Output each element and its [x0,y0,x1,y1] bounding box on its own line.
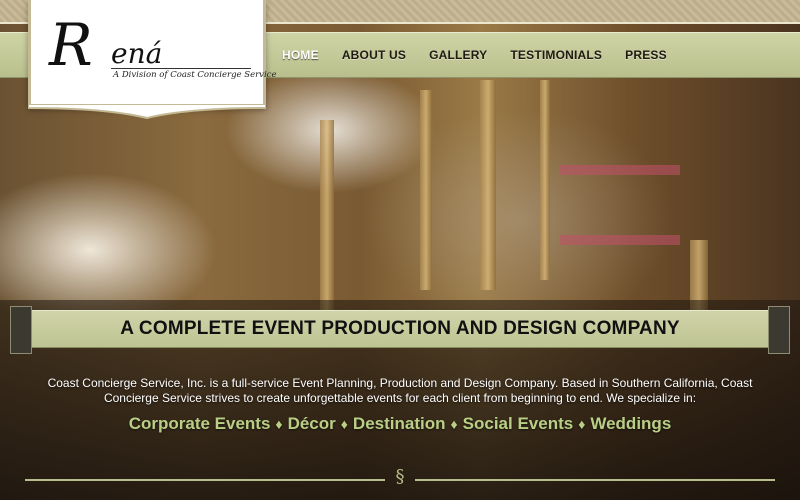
chair-decor [420,90,432,290]
intro-paragraph: Coast Concierge Service, Inc. is a full-… [47,376,753,405]
chair-decor [320,120,334,320]
specialty-destination[interactable]: Destination [353,414,446,434]
chair-cushion-decor [560,235,680,245]
diamond-separator-icon: ♦ [450,416,458,432]
logo-initial: R [49,11,93,79]
diamond-separator-icon: ♦ [578,416,586,432]
nav-about-us[interactable]: ABOUT US [330,48,417,62]
diamond-separator-icon: ♦ [275,416,283,432]
specialty-corporate-events[interactable]: Corporate Events [129,414,271,434]
site-logo[interactable]: R ená A Division of Coast Concierge Serv… [28,0,276,108]
logo-banner-notch [28,104,266,120]
main-nav: HOME ABOUT US GALLERY TESTIMONIALS PRESS [270,33,678,77]
footer-divider-left [25,479,385,481]
footer-divider-right [415,479,775,481]
chair-decor [480,80,496,290]
specialty-decor[interactable]: Décor [288,414,336,434]
nav-press[interactable]: PRESS [613,48,678,62]
specialty-social-events[interactable]: Social Events [463,414,574,434]
section-ornament-icon: § [395,466,405,487]
logo-wordmark: ená [111,37,163,70]
logo-tagline: A Division of Coast Concierge Service [113,70,277,80]
nav-home[interactable]: HOME [270,48,330,62]
headline-banner: A COMPLETE EVENT PRODUCTION AND DESIGN C… [10,306,790,354]
nav-gallery[interactable]: GALLERY [417,48,498,62]
specialty-weddings[interactable]: Weddings [590,414,671,434]
diamond-separator-icon: ♦ [340,416,348,432]
chair-cushion-decor [560,165,680,175]
nav-testimonials[interactable]: TESTIMONIALS [498,48,613,62]
headline-text: A COMPLETE EVENT PRODUCTION AND DESIGN C… [120,318,680,339]
logo-rule [111,68,251,69]
chair-decor [540,80,550,280]
specialties-list: Corporate Events ♦ Décor ♦ Destination ♦… [0,414,800,434]
